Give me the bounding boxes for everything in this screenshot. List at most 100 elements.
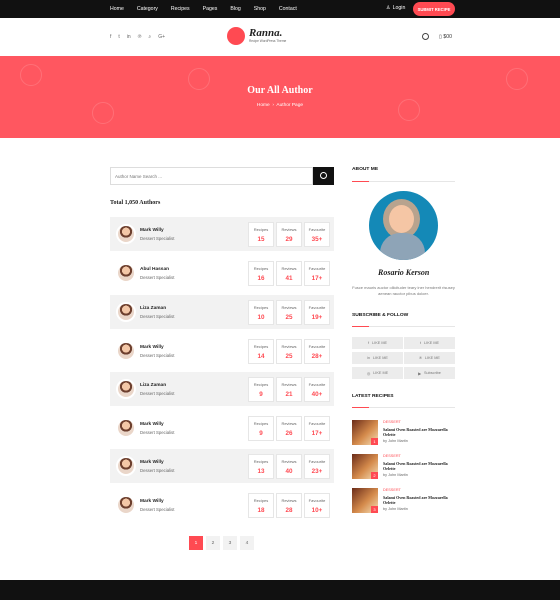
recipe-author[interactable]: by John Martin: [383, 507, 408, 511]
author-role: Dessert Specialist: [140, 468, 175, 473]
nav-contact[interactable]: Contact: [279, 6, 297, 12]
author-row[interactable]: Abul Hassan Dessert Specialist Recipes 16 Re…: [110, 256, 334, 290]
rss-icon[interactable]: ⌕: [148, 34, 151, 40]
recipe-title[interactable]: Salami Oven Roasted are Mozzarella Oelet…: [383, 461, 453, 471]
author-name[interactable]: Mark Willy: [140, 460, 164, 465]
header-social-links: f t in ℗ ⌕ G+: [110, 34, 165, 40]
instagram-icon: ◎: [366, 371, 371, 376]
linkedin-icon: in: [367, 356, 370, 360]
recipe-number: 2: [371, 472, 378, 479]
latest-recipe-item[interactable]: 3 DESSERT Salami Oven Roasted are Mozzarel…: [352, 488, 455, 513]
favourite-stat: Favourite 40+: [304, 377, 330, 402]
author-avatar: [116, 302, 136, 322]
page-button[interactable]: 2: [206, 536, 220, 550]
nav-shop[interactable]: Shop: [254, 6, 266, 12]
author-avatar: [116, 418, 136, 438]
breadcrumb: Home › Author Page: [256, 103, 304, 108]
recipe-number: 1: [371, 438, 378, 445]
linkedin-icon[interactable]: in: [127, 34, 131, 40]
author-name[interactable]: Mark Willy: [140, 422, 164, 427]
author-row[interactable]: Mark Willy Dessert Specialist Recipes 14 Rev…: [110, 334, 334, 368]
recipe-title[interactable]: Salami Oven Roasted are Mozzarella Oelet…: [383, 427, 453, 437]
favourite-stat: Favourite 17+: [304, 261, 330, 286]
pinterest-like-button[interactable]: ℗ LIKE ME: [404, 352, 455, 364]
reviews-stat: Reviews 26: [276, 416, 302, 441]
login-link[interactable]: ♙ Login: [386, 5, 405, 11]
facebook-icon: f: [367, 341, 370, 345]
recipe-category[interactable]: DESSERT: [383, 420, 401, 424]
page-button[interactable]: 4: [240, 536, 254, 550]
twitter-icon: t: [419, 341, 422, 345]
reviews-stat: Reviews 28: [276, 493, 302, 518]
recipe-number: 3: [371, 506, 378, 513]
page-title: Our All Author: [247, 85, 313, 96]
nav-category[interactable]: Category: [137, 6, 158, 12]
recipe-category[interactable]: DESSERT: [383, 454, 401, 458]
recipe-category[interactable]: DESSERT: [383, 488, 401, 492]
author-name[interactable]: Liza Zaman: [140, 383, 166, 388]
latest-recipe-item[interactable]: 2 DESSERT Salami Oven Roasted are Mozzarel…: [352, 454, 455, 479]
author-search-input[interactable]: [115, 171, 308, 182]
author-row[interactable]: Liza Zaman Dessert Specialist Recipes 9 Revi…: [110, 372, 334, 406]
author-role: Dessert Specialist: [140, 507, 175, 512]
pinterest-icon[interactable]: ℗: [138, 34, 142, 40]
page-button[interactable]: 3: [223, 536, 237, 550]
recipes-stat: Recipes 15: [248, 222, 274, 247]
author-row[interactable]: Mark Willy Dessert Specialist Recipes 9 Revi…: [110, 411, 334, 445]
nav-recipes[interactable]: Recipes: [171, 6, 190, 12]
favourite-stat: Favourite 28+: [304, 339, 330, 364]
recipe-title[interactable]: Salami Oven Roasted are Mozzarella Oelet…: [383, 495, 453, 505]
cart-link[interactable]: ▯ $00: [439, 34, 452, 40]
nav-blog[interactable]: Blog: [230, 6, 240, 12]
author-search-button[interactable]: [313, 167, 334, 185]
google-plus-icon[interactable]: G+: [158, 34, 165, 40]
author-name[interactable]: Liza Zaman: [140, 306, 166, 311]
instagram-like-button[interactable]: ◎ LIKE ME: [352, 367, 403, 379]
brand-logo-icon[interactable]: [227, 27, 245, 45]
author-row[interactable]: Liza Zaman Dessert Specialist Recipes 10 Rev…: [110, 295, 334, 329]
search-icon[interactable]: [422, 33, 429, 40]
breadcrumb-home[interactable]: Home: [257, 103, 270, 108]
latest-recipe-item[interactable]: 1 DESSERT Salami Oven Roasted are Mozzarel…: [352, 420, 455, 445]
author-name[interactable]: Mark Willy: [140, 345, 164, 350]
author-signature: Rosario Kerson: [378, 268, 430, 277]
author-avatar: [116, 263, 136, 283]
author-row[interactable]: Mark Willy Dessert Specialist Recipes 13 Rev…: [110, 449, 334, 483]
reviews-stat: Reviews 40: [276, 454, 302, 479]
facebook-icon[interactable]: f: [110, 34, 111, 40]
brand-name[interactable]: Ranna.: [249, 27, 282, 39]
reviews-stat: Reviews 25: [276, 339, 302, 364]
recipe-author[interactable]: by John Martin: [383, 439, 408, 443]
recipes-stat: Recipes 16: [248, 261, 274, 286]
author-row[interactable]: Mark Willy Dessert Specialist Recipes 15 Rev…: [110, 217, 334, 251]
social-label: LIKE ME: [372, 356, 388, 360]
author-name[interactable]: Abul Hassan: [140, 267, 169, 272]
recipes-stat: Recipes 10: [248, 300, 274, 325]
brand-tagline: Recipe WordPress Theme: [249, 39, 287, 43]
site-footer: [0, 580, 560, 600]
youtube-icon: ▶: [418, 371, 422, 376]
author-name[interactable]: Mark Willy: [140, 228, 164, 233]
favourite-stat: Favourite 23+: [304, 454, 330, 479]
login-label: Login: [392, 5, 406, 11]
social-label: LIKE ME: [373, 371, 389, 375]
submit-recipe-button[interactable]: SUBMIT RECIPE: [413, 2, 455, 16]
nav-home[interactable]: Home: [110, 6, 124, 12]
social-label: Subscribe: [424, 371, 441, 375]
twitter-like-button[interactable]: t LIKE ME: [404, 337, 455, 349]
recipe-author[interactable]: by John Martin: [383, 473, 408, 477]
section-divider: [352, 181, 455, 182]
cart-icon: ▯: [439, 34, 442, 40]
author-role: Dessert Specialist: [140, 236, 175, 241]
youtube-subscribe-button[interactable]: ▶ Subscribe: [404, 367, 455, 379]
linkedin-like-button[interactable]: in LIKE ME: [352, 352, 403, 364]
social-label: LIKE ME: [424, 341, 440, 345]
recipes-stat: Recipes 9: [248, 377, 274, 402]
nav-pages[interactable]: Pages: [203, 6, 218, 12]
page-button[interactable]: 1: [189, 536, 203, 550]
twitter-icon[interactable]: t: [118, 34, 119, 40]
author-name[interactable]: Mark Willy: [140, 499, 164, 504]
author-row[interactable]: Mark Willy Dessert Specialist Recipes 18 Rev…: [110, 488, 334, 522]
facebook-like-button[interactable]: f LIKE ME: [352, 337, 403, 349]
author-avatar: [116, 224, 136, 244]
